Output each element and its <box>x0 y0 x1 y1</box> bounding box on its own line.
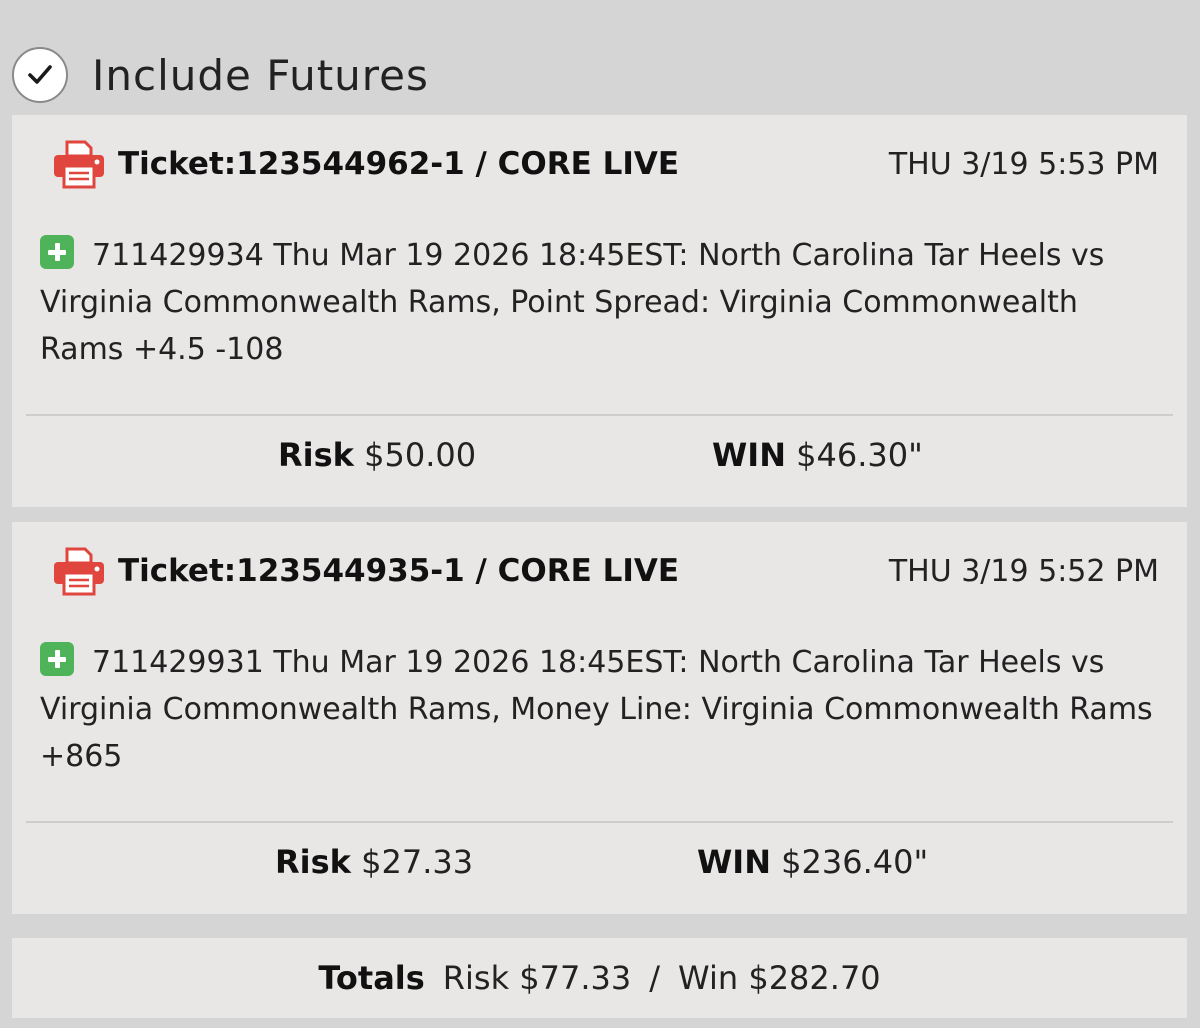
wager-description: 711429931 Thu Mar 19 2026 18:45EST: Nort… <box>40 639 1157 780</box>
divider <box>26 821 1173 823</box>
ticket-title: Ticket:123544935-1 / CORE LIVE <box>118 553 680 589</box>
ticket-header: Ticket:123544935-1 / CORE LIVE THU 3/19 … <box>52 546 1159 596</box>
ticket-header: Ticket:123544962-1 / CORE LIVE THU 3/19 … <box>52 139 1159 189</box>
risk-value: $50.00 <box>364 436 477 474</box>
win-label: WIN <box>712 436 786 474</box>
include-futures-checkbox[interactable] <box>12 47 68 103</box>
win-amount: WIN $236.40" <box>697 840 928 884</box>
ticket-title: Ticket:123544962-1 / CORE LIVE <box>118 146 680 182</box>
divider <box>26 414 1173 416</box>
ticket-date: THU 3/19 5:53 PM <box>888 146 1159 182</box>
win-amount: WIN $46.30" <box>712 433 923 477</box>
wager-text: 711429934 Thu Mar 19 2026 18:45EST: Nort… <box>40 238 1105 367</box>
wager-text: 711429931 Thu Mar 19 2026 18:45EST: Nort… <box>40 645 1153 774</box>
risk-label: Risk <box>278 436 354 474</box>
wager-description: 711429934 Thu Mar 19 2026 18:45EST: Nort… <box>40 232 1157 373</box>
totals-separator: / <box>649 959 661 997</box>
plus-icon[interactable] <box>40 642 74 676</box>
totals-bar: Totals Risk $77.33 / Win $282.70 <box>12 938 1187 1018</box>
include-futures-toggle[interactable]: Include Futures <box>12 45 429 105</box>
risk-label: Risk <box>275 843 351 881</box>
totals-win: Win $282.70 <box>678 959 881 997</box>
printer-icon[interactable] <box>52 546 106 596</box>
win-value: $46.30" <box>796 436 923 474</box>
ticket-card: Ticket:123544962-1 / CORE LIVE THU 3/19 … <box>12 115 1187 507</box>
check-icon <box>28 65 52 84</box>
ticket-card: Ticket:123544935-1 / CORE LIVE THU 3/19 … <box>12 522 1187 914</box>
plus-icon[interactable] <box>40 235 74 269</box>
printer-icon[interactable] <box>52 139 106 189</box>
include-futures-label: Include Futures <box>92 50 429 100</box>
risk-amount: Risk $50.00 <box>278 433 476 477</box>
risk-amount: Risk $27.33 <box>275 840 473 884</box>
totals-risk: Risk $77.33 <box>442 959 632 997</box>
win-value: $236.40" <box>781 843 929 881</box>
win-label: WIN <box>697 843 771 881</box>
risk-value: $27.33 <box>361 843 474 881</box>
totals-label: Totals <box>318 959 425 997</box>
ticket-date: THU 3/19 5:52 PM <box>888 553 1159 589</box>
